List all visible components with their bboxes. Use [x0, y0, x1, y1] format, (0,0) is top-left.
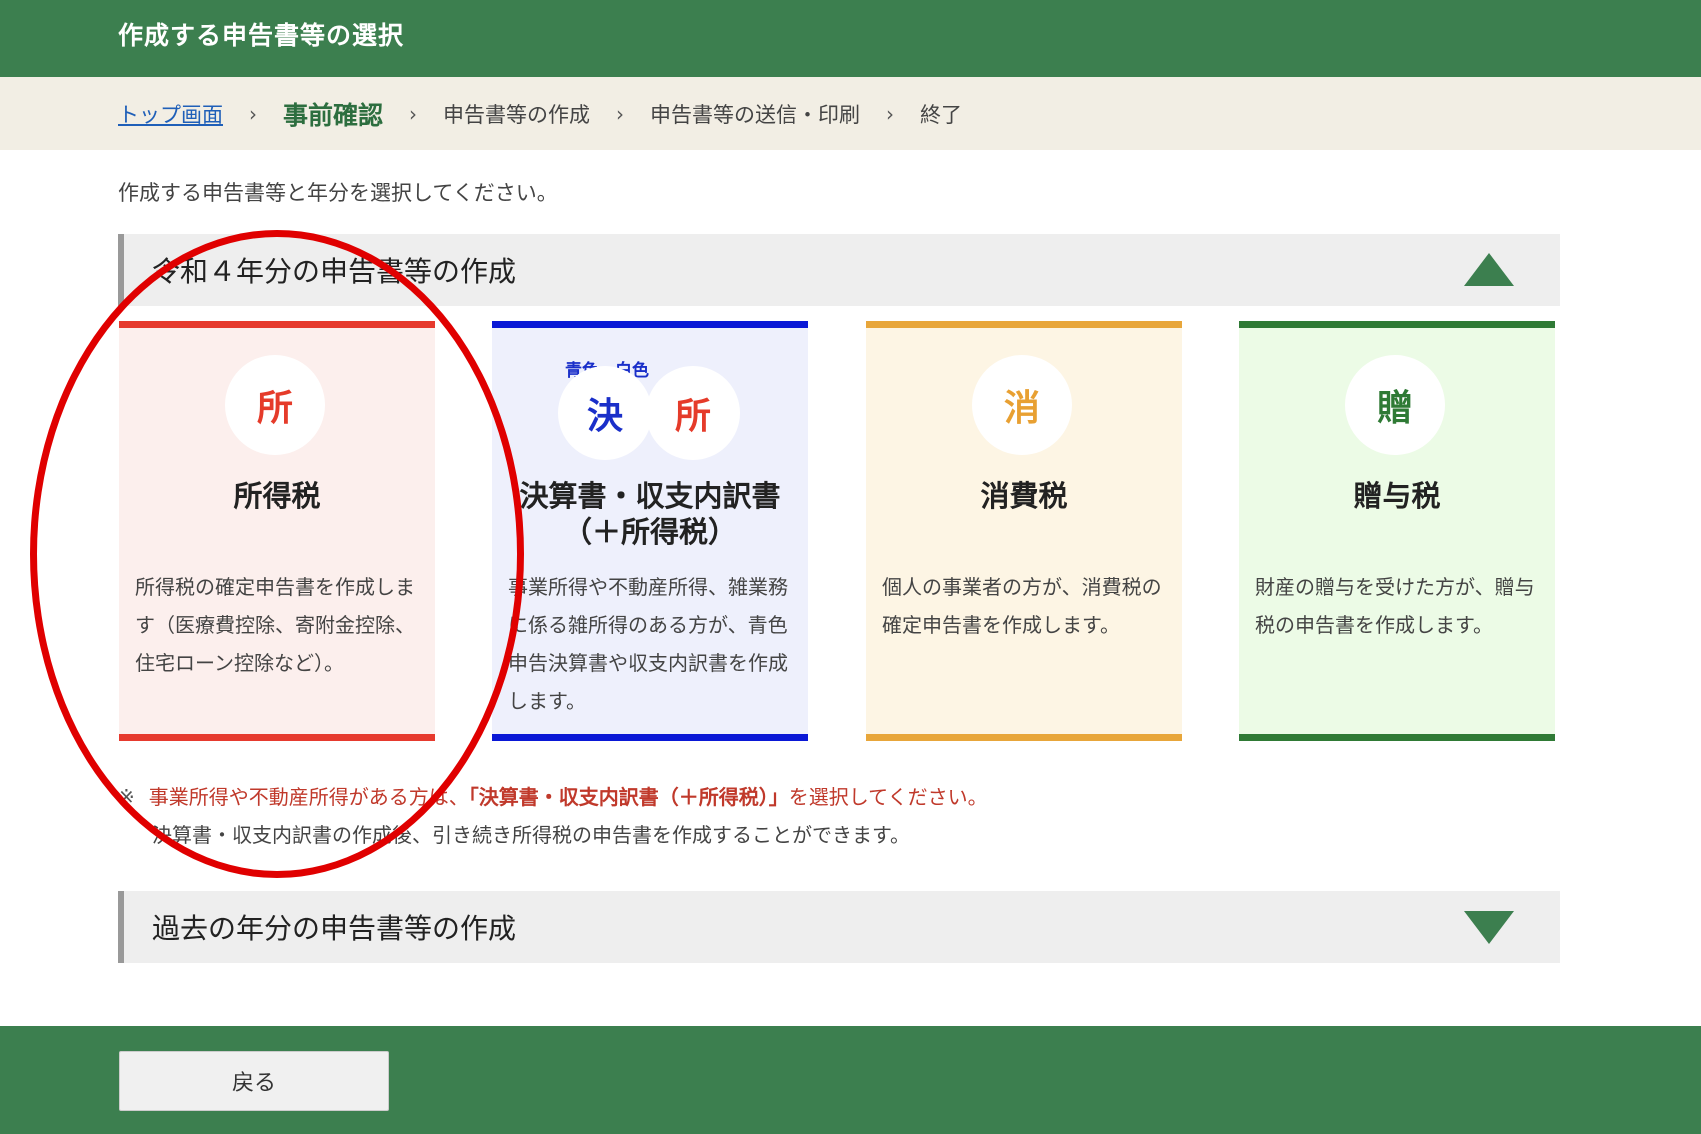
section-past-years-title: 過去の年分の申告書等の作成: [152, 912, 517, 945]
section-current-year-title: 令和４年分の申告書等の作成: [152, 255, 517, 288]
section-current-year-header[interactable]: 令和４年分の申告書等の作成: [118, 234, 1560, 306]
back-button[interactable]: 戻る: [119, 1051, 389, 1111]
card-gift-tax[interactable]: 贈 贈与税 財産の贈与を受けた方が、贈与税の申告書を作成します。: [1239, 321, 1555, 741]
card-consumption-tax-title: 消費税: [980, 479, 1068, 513]
card-gift-tax-title: 贈与税: [1353, 479, 1441, 513]
settlement-icon: 決: [558, 366, 652, 460]
card-income-tax[interactable]: 所 所得税 所得税の確定申告書を作成します（医療費控除、寄附金控除、住宅ローン控…: [119, 321, 435, 741]
note-prefix: 事業所得や不動産所得がある方は、: [148, 785, 469, 809]
breadcrumb: トップ画面 › 事前確認 › 申告書等の作成 › 申告書等の送信・印刷 › 終了: [118, 77, 962, 150]
expand-triangle-down-icon[interactable]: [1464, 911, 1514, 944]
gift-tax-icon: 贈: [1345, 355, 1445, 455]
notes: ※ 事業所得や不動産所得がある方は、「決算書・収支内訳書（＋所得税）」を選択してく…: [118, 778, 988, 854]
page-title: 作成する申告書等の選択: [118, 21, 405, 50]
breadcrumb-separator-icon: ›: [409, 101, 418, 126]
page-header: 作成する申告書等の選択: [0, 0, 1701, 77]
note-mark: ※: [118, 785, 135, 809]
card-income-tax-description: 所得税の確定申告書を作成します（医療費控除、寄附金控除、住宅ローン控除など）。: [135, 575, 415, 675]
breadcrumb-bar: トップ画面 › 事前確認 › 申告書等の作成 › 申告書等の送信・印刷 › 終了: [0, 77, 1701, 150]
card-settlement-title-line1: 決算書・収支内訳書: [519, 479, 781, 513]
card-settlement-title: 決算書・収支内訳書 （＋所得税）: [492, 478, 808, 550]
income-tax-icon: 所: [646, 366, 740, 460]
card-income-tax-title: 所得税: [233, 479, 321, 513]
note-suffix: を選択してください。: [788, 785, 988, 809]
breadcrumb-separator-icon: ›: [616, 101, 625, 126]
card-consumption-tax[interactable]: 消 消費税 個人の事業者の方が、消費税の確定申告書を作成します。: [866, 321, 1182, 741]
breadcrumb-step-send-print: 申告書等の送信・印刷: [650, 102, 861, 127]
card-consumption-tax-description: 個人の事業者の方が、消費税の確定申告書を作成します。: [882, 575, 1162, 637]
breadcrumb-separator-icon: ›: [249, 101, 257, 126]
breadcrumb-separator-icon: ›: [886, 101, 895, 126]
section-past-years-header[interactable]: 過去の年分の申告書等の作成: [118, 891, 1560, 963]
card-settlement[interactable]: 青色 白色 決 所 決算書・収支内訳書 （＋所得税） 事業所得や不動産所得、雑業…: [492, 321, 808, 741]
consumption-tax-icon: 消: [972, 355, 1072, 455]
note-line-1: ※ 事業所得や不動産所得がある方は、「決算書・収支内訳書（＋所得税）」を選択してく…: [118, 778, 988, 816]
note-strong: 「決算書・収支内訳書（＋所得税）」: [468, 785, 789, 809]
breadcrumb-current-step: 事前確認: [283, 100, 384, 130]
collapse-triangle-up-icon[interactable]: [1464, 253, 1514, 286]
breadcrumb-step-create: 申告書等の作成: [443, 102, 591, 127]
note-line-2: 決算書・収支内訳書の作成後、引き続き所得税の申告書を作成することができます。: [152, 823, 910, 847]
card-gift-tax-description: 財産の贈与を受けた方が、贈与税の申告書を作成します。: [1255, 575, 1535, 637]
income-tax-icon: 所: [225, 355, 325, 455]
breadcrumb-top-link[interactable]: トップ画面: [118, 99, 223, 129]
breadcrumb-step-finish: 終了: [920, 102, 963, 127]
card-settlement-description: 事業所得や不動産所得、雑業務に係る雑所得のある方が、青色申告決算書や収支内訳書を…: [508, 575, 788, 713]
intro-text: 作成する申告書等と年分を選択してください。: [118, 181, 558, 205]
card-settlement-title-line2: （＋所得税）: [562, 515, 737, 549]
